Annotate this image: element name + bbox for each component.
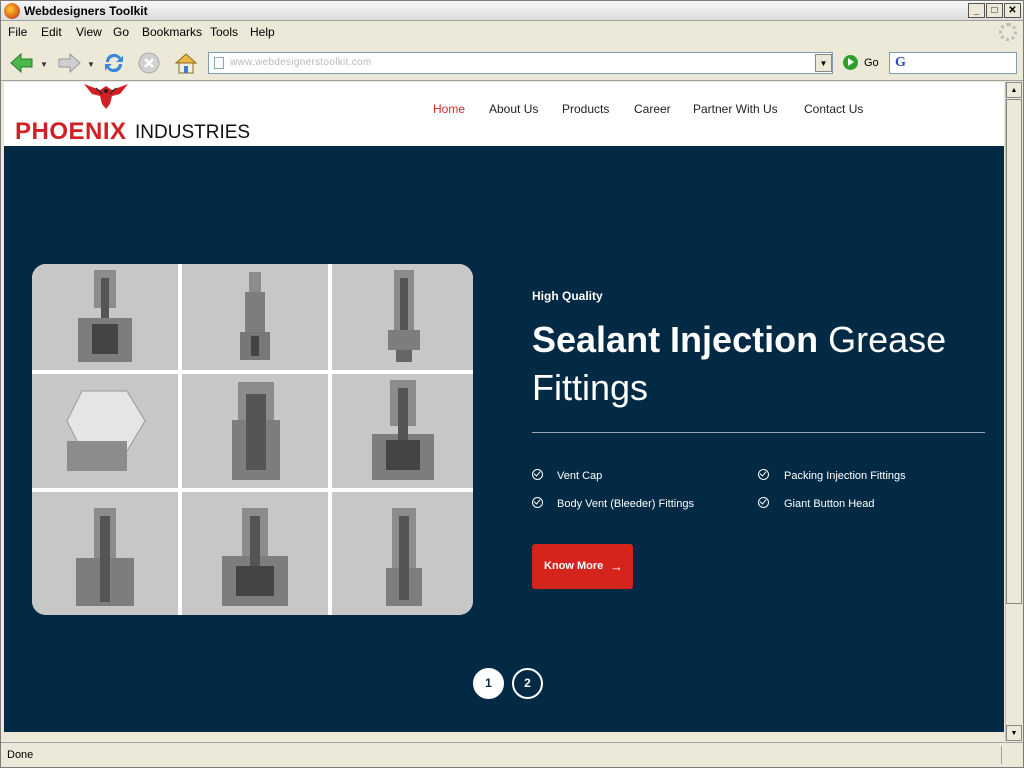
forward-icon[interactable] <box>56 51 82 75</box>
product-image <box>32 374 178 488</box>
product-image <box>32 492 178 615</box>
fitting-icon <box>232 382 280 480</box>
fitting-icon <box>76 508 134 606</box>
nav-career[interactable]: Career <box>634 102 671 116</box>
know-more-label: Know More <box>544 560 604 572</box>
page-icon <box>214 57 224 69</box>
close-button[interactable]: ✕ <box>1004 3 1021 18</box>
menu-go[interactable]: Go <box>113 25 129 39</box>
page-viewport: PHOENIX INDUSTRIES Home About Us Product… <box>4 82 1004 732</box>
search-input[interactable]: G <box>889 52 1017 74</box>
menu-bar: File Edit View Go Bookmarks Tools Help <box>1 22 1023 42</box>
know-more-button[interactable]: Know More → <box>532 544 633 589</box>
fitting-icon <box>388 270 420 362</box>
logo-text-industries[interactable]: INDUSTRIES <box>135 122 250 144</box>
check-circle-icon <box>758 497 769 508</box>
feature-item: Packing Injection Fittings <box>784 470 906 482</box>
feature-item: Vent Cap <box>557 470 603 482</box>
phoenix-logo-icon <box>84 84 128 109</box>
stop-icon[interactable] <box>137 51 163 75</box>
fitting-icon <box>386 508 422 606</box>
hero-eyebrow: High Quality <box>532 289 603 303</box>
url-bar[interactable]: www.webdesignerstoolkit.com ▼ <box>208 52 833 74</box>
status-panel <box>1001 746 1019 764</box>
forward-dropdown-icon[interactable]: ▼ <box>87 60 95 69</box>
url-dropdown-icon[interactable]: ▼ <box>815 54 832 72</box>
maximize-button[interactable]: □ <box>986 3 1003 18</box>
minimize-button[interactable]: _ <box>968 3 985 18</box>
check-circle-icon <box>758 469 769 480</box>
window-title: Webdesigners Toolkit <box>24 4 148 18</box>
product-image <box>182 264 328 370</box>
menu-edit[interactable]: Edit <box>41 25 62 39</box>
nav-contact-us[interactable]: Contact Us <box>804 102 863 116</box>
go-button[interactable]: Go <box>864 57 879 69</box>
menu-bookmarks[interactable]: Bookmarks <box>142 25 202 39</box>
vertical-scrollbar[interactable]: ▲ ▼ <box>1005 82 1022 741</box>
scroll-thumb[interactable] <box>1006 99 1022 604</box>
browser-window: Webdesigners Toolkit _ □ ✕ File Edit Vie… <box>0 0 1024 768</box>
nav-products[interactable]: Products <box>562 102 609 116</box>
product-image <box>332 374 473 488</box>
nav-partner-with-us[interactable]: Partner With Us <box>693 102 778 116</box>
headline-bold: Sealant Injection <box>532 319 819 360</box>
product-image <box>332 264 473 370</box>
scroll-down-icon[interactable]: ▼ <box>1006 725 1022 741</box>
nav-home[interactable]: Home <box>433 102 465 116</box>
headline-rest: Grease <box>818 319 947 360</box>
fitting-icon <box>78 270 132 362</box>
hero-divider <box>532 432 985 433</box>
headline-rest-line2: Fittings <box>532 367 649 408</box>
throbber-icon <box>999 23 1017 41</box>
product-image <box>32 264 178 370</box>
product-image <box>182 374 328 488</box>
slide-dot-1[interactable]: 1 <box>473 668 504 699</box>
fitting-icon <box>222 508 288 606</box>
url-text[interactable]: www.webdesignerstoolkit.com <box>230 57 372 68</box>
menu-file[interactable]: File <box>8 25 27 39</box>
feature-item: Body Vent (Bleeder) Fittings <box>557 498 694 510</box>
title-bar: Webdesigners Toolkit _ □ ✕ <box>1 1 1023 21</box>
product-image-grid <box>32 264 473 615</box>
go-icon[interactable] <box>843 55 858 70</box>
home-icon[interactable] <box>173 51 199 75</box>
menu-view[interactable]: View <box>76 25 102 39</box>
horizontal-scrollbar-track <box>4 732 1005 741</box>
check-circle-icon <box>532 497 543 508</box>
scroll-up-icon[interactable]: ▲ <box>1006 82 1022 98</box>
fitting-icon <box>372 380 434 480</box>
nav-about-us[interactable]: About Us <box>489 102 538 116</box>
vent-cap-icon <box>66 390 146 471</box>
hero-headline: Sealant Injection Grease Fittings <box>532 316 992 412</box>
check-circle-icon <box>532 469 543 480</box>
fitting-icon <box>240 272 270 360</box>
status-text: Done <box>7 749 34 761</box>
menu-help[interactable]: Help <box>250 25 275 39</box>
feature-item: Giant Button Head <box>784 498 875 510</box>
firefox-icon <box>4 3 20 19</box>
product-image <box>182 492 328 615</box>
site-header: PHOENIX INDUSTRIES Home About Us Product… <box>4 82 1004 146</box>
product-image <box>332 492 473 615</box>
reload-icon[interactable] <box>101 51 127 75</box>
status-bar: Done <box>1 742 1023 767</box>
menu-tools[interactable]: Tools <box>210 25 238 39</box>
hero-slider: High Quality Sealant Injection Grease Fit… <box>4 146 1004 732</box>
logo-text-phoenix[interactable]: PHOENIX <box>15 118 127 146</box>
arrow-right-icon: → <box>610 559 623 574</box>
back-dropdown-icon[interactable]: ▼ <box>40 60 48 69</box>
google-logo-icon: G <box>895 55 906 70</box>
back-icon[interactable] <box>9 51 35 75</box>
slide-dot-2[interactable]: 2 <box>512 668 543 699</box>
